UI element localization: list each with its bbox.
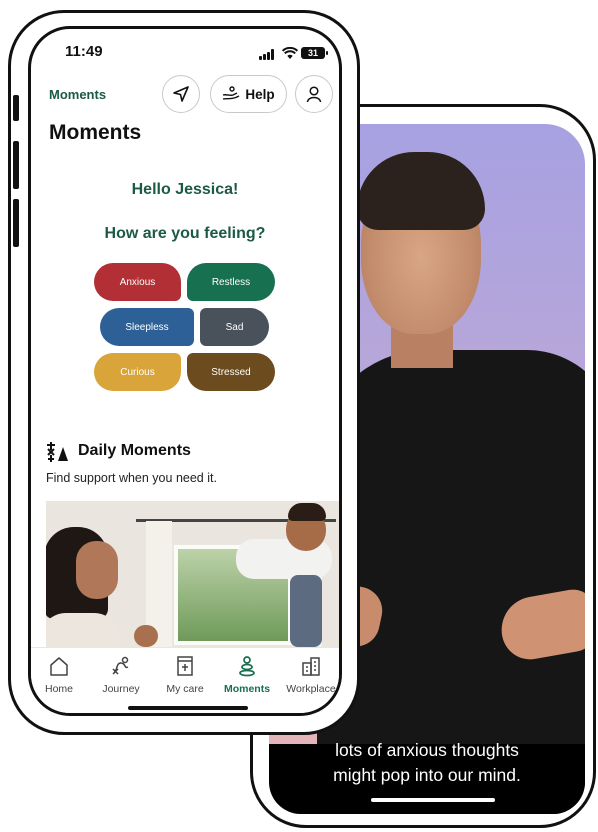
daily-moments-icon — [47, 442, 68, 462]
daily-moment-card-image[interactable] — [46, 501, 339, 647]
tab-label: My care — [166, 683, 204, 695]
mood-label: Sleepless — [125, 321, 169, 333]
daily-moments-subtitle: Find support when you need it. — [46, 471, 217, 485]
tab-workplace[interactable]: Workplace — [281, 654, 339, 695]
top-nav: Moments Help — [31, 73, 339, 117]
tab-label: Journey — [102, 683, 140, 695]
signal-icon — [259, 49, 277, 60]
profile-icon — [306, 86, 322, 103]
side-button — [13, 141, 19, 189]
breadcrumb[interactable]: Moments — [49, 87, 106, 102]
mood-label: Restless — [211, 276, 251, 288]
send-button[interactable] — [162, 75, 200, 113]
home-indicator[interactable] — [128, 706, 248, 710]
mood-label: Curious — [120, 366, 155, 378]
presenter-hair — [357, 152, 485, 230]
caption-line: might pop into our mind. — [333, 765, 521, 785]
mood-anxious-button[interactable]: Anxious — [94, 263, 181, 301]
profile-button[interactable] — [295, 75, 333, 113]
my-care-icon — [177, 656, 193, 676]
mood-label: Anxious — [119, 276, 156, 288]
send-icon — [173, 86, 189, 102]
mood-label: Stressed — [211, 366, 251, 378]
home-icon — [50, 657, 68, 676]
side-button — [13, 95, 19, 121]
wifi-icon — [282, 47, 298, 59]
adult-legs — [290, 575, 322, 647]
video-caption: lots of anxious thoughts might pop into … — [269, 738, 585, 788]
caption-line: lots of anxious thoughts — [335, 740, 519, 760]
moments-icon — [239, 656, 255, 677]
help-button[interactable]: Help — [210, 75, 287, 113]
battery-icon: 31 — [301, 47, 328, 59]
tab-label: Workplace — [286, 683, 336, 695]
home-indicator[interactable] — [371, 798, 495, 802]
child-hair — [288, 503, 326, 521]
help-icon — [223, 86, 240, 100]
status-time: 11:49 — [65, 43, 103, 60]
feeling-question: How are you feeling? — [104, 225, 266, 242]
tab-my-care[interactable]: My care — [155, 654, 215, 695]
app-screen: 11:49 31 Moments Help Moments Hello Jess… — [28, 26, 342, 716]
woman-body — [46, 613, 120, 647]
mood-curious-button[interactable]: Curious — [94, 353, 181, 391]
daily-moments-title: Daily Moments — [78, 442, 191, 459]
tab-home[interactable]: Home — [31, 654, 89, 695]
tab-label: Home — [44, 683, 73, 695]
workplace-icon — [302, 657, 320, 676]
mood-sad-button[interactable]: Sad — [200, 308, 269, 346]
side-button — [13, 199, 19, 247]
help-label: Help — [245, 86, 275, 102]
greeting: Hello Jessica! — [131, 181, 239, 198]
woman-face — [76, 541, 118, 599]
mood-restless-button[interactable]: Restless — [187, 263, 275, 301]
tab-journey[interactable]: Journey — [91, 654, 151, 695]
tab-moments[interactable]: Moments — [217, 654, 277, 695]
mood-label: Sad — [225, 321, 244, 333]
mood-sleepless-button[interactable]: Sleepless — [100, 308, 194, 346]
journey-icon — [112, 656, 129, 675]
page-title: Moments — [49, 121, 142, 144]
mood-stressed-button[interactable]: Stressed — [187, 353, 275, 391]
status-bar: 11:49 31 — [31, 29, 339, 73]
girl-head — [134, 625, 158, 647]
tab-label: Moments — [223, 683, 271, 695]
